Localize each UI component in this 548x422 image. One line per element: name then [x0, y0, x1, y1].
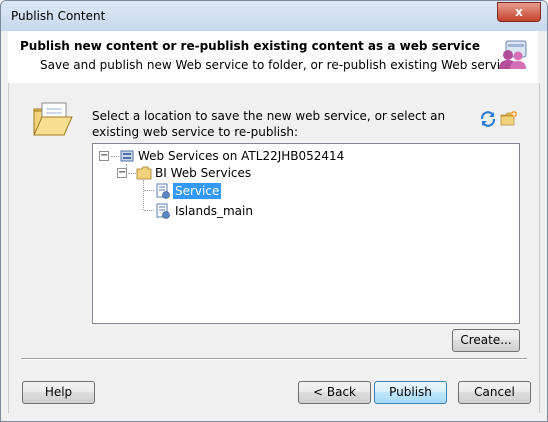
tree-node-root[interactable]: − Web Services on ATL22JHB052414	[99, 148, 359, 164]
instruction-text: Select a location to save the new web se…	[92, 109, 446, 139]
footer-divider	[21, 358, 527, 360]
tree-node-service-label: Service	[173, 183, 222, 199]
tree-node-service[interactable]: Service	[155, 183, 275, 199]
back-button[interactable]: < Back	[298, 381, 371, 404]
wizard-header: Publish new content or re-publish existi…	[8, 31, 538, 84]
window-title: Publish Content	[11, 9, 106, 23]
open-folder-icon	[33, 102, 73, 136]
tree-node-root-label: Web Services on ATL22JHB052414	[138, 149, 345, 163]
web-service-icon	[156, 183, 170, 199]
title-bar[interactable]: Publish Content x	[1, 1, 547, 31]
tree-line	[143, 180, 144, 210]
publish-button[interactable]: Publish	[374, 381, 447, 404]
tree-node-islands-main[interactable]: Islands_main	[155, 203, 305, 219]
server-icon	[120, 150, 134, 162]
users-group-icon	[499, 40, 527, 69]
tree-line	[144, 210, 154, 211]
cancel-button[interactable]: Cancel	[458, 381, 531, 404]
web-services-tree[interactable]: − Web Services on ATL22JHB052414 − BI We…	[92, 143, 520, 324]
folder-icon	[136, 166, 152, 180]
tree-node-folder-label: BI Web Services	[155, 166, 252, 180]
create-button[interactable]: Create...	[452, 329, 520, 352]
refresh-icon[interactable]	[479, 110, 497, 128]
header-title: Publish new content or re-publish existi…	[20, 39, 480, 53]
web-service-icon	[156, 203, 170, 219]
new-folder-icon[interactable]	[500, 110, 518, 128]
collapse-toggle[interactable]: −	[99, 151, 109, 161]
tree-node-islands-main-label: Islands_main	[175, 204, 253, 218]
collapse-toggle[interactable]: −	[117, 168, 127, 178]
content-area: Select a location to save the new web se…	[8, 83, 540, 413]
publish-content-dialog: Publish Content x Publish new content or…	[0, 0, 548, 422]
tree-node-folder[interactable]: − BI Web Services	[117, 165, 317, 181]
tree-line	[144, 190, 154, 191]
help-button[interactable]: Help	[22, 381, 95, 404]
close-button[interactable]: x	[497, 2, 541, 22]
header-subtitle: Save and publish new Web service to fold…	[40, 58, 515, 72]
